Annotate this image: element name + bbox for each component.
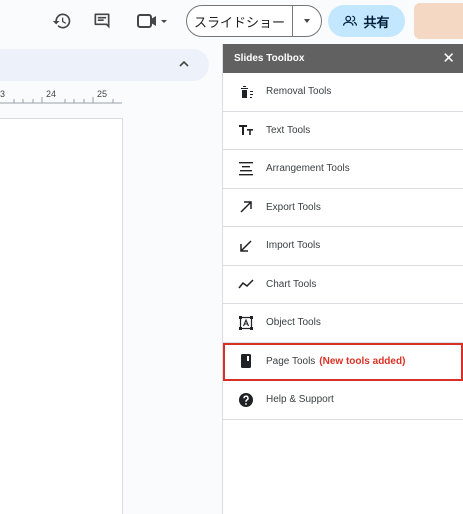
text-icon: [237, 121, 255, 139]
people-icon: [343, 15, 358, 26]
close-icon[interactable]: ✕: [442, 51, 455, 66]
chevron-up-icon[interactable]: [177, 57, 191, 71]
slide-canvas-area: [0, 105, 222, 514]
align-icon: [237, 160, 255, 178]
item-label: Import Tools: [266, 240, 321, 252]
panel-title: Slides Toolbox: [234, 53, 305, 64]
toolbox-item-help[interactable]: Help & Support: [223, 381, 463, 420]
slides-toolbox-panel: Slides Toolbox ✕ Removal Tools Text Tool…: [222, 44, 463, 514]
item-label: Removal Tools: [266, 86, 332, 98]
slideshow-button[interactable]: スライドショー: [186, 5, 322, 37]
toolbox-item-page[interactable]: Page Tools (New tools added): [223, 342, 463, 381]
item-label: Page Tools: [266, 355, 316, 367]
toolbox-item-export[interactable]: Export Tools: [223, 189, 463, 227]
item-label: Help & Support: [266, 394, 334, 406]
slideshow-dropdown[interactable]: [293, 6, 321, 36]
avatar[interactable]: [414, 3, 463, 39]
toolbox-item-object[interactable]: Object Tools: [223, 304, 463, 343]
item-label: Arrangement Tools: [266, 163, 350, 175]
object-icon: [237, 314, 255, 332]
ruler-marks: [0, 97, 122, 104]
history-icon[interactable]: [49, 8, 75, 34]
chart-line-icon: [237, 275, 255, 293]
caret-down-icon: [304, 19, 310, 23]
menu-bar: [0, 49, 209, 81]
toolbox-item-removal[interactable]: Removal Tools: [223, 73, 463, 112]
page-icon: [237, 352, 255, 370]
import-arrow-icon: [237, 237, 255, 255]
trash-icon: [237, 83, 255, 101]
comment-icon[interactable]: [89, 8, 115, 34]
export-arrow-icon: [237, 198, 255, 216]
panel-header: Slides Toolbox ✕: [223, 44, 463, 73]
slideshow-label[interactable]: スライドショー: [187, 6, 293, 36]
ruler: 3 24 25: [0, 88, 122, 104]
toolbox-item-chart[interactable]: Chart Tools: [223, 266, 463, 304]
new-tools-badge: (New tools added): [319, 355, 406, 367]
toolbox-item-import[interactable]: Import Tools: [223, 227, 463, 266]
video-call-button[interactable]: [132, 8, 172, 34]
item-label: Text Tools: [266, 124, 311, 136]
item-label: Export Tools: [266, 201, 321, 213]
item-label: Object Tools: [266, 317, 321, 329]
toolbox-item-text[interactable]: Text Tools: [223, 112, 463, 150]
slide-page[interactable]: [0, 118, 123, 514]
share-label: 共有: [363, 14, 390, 30]
help-icon: [237, 391, 255, 409]
top-toolbar: スライドショー 共有: [0, 0, 463, 44]
share-button[interactable]: 共有: [328, 5, 405, 37]
toolbox-item-arrangement[interactable]: Arrangement Tools: [223, 150, 463, 189]
item-label: Chart Tools: [266, 278, 317, 290]
